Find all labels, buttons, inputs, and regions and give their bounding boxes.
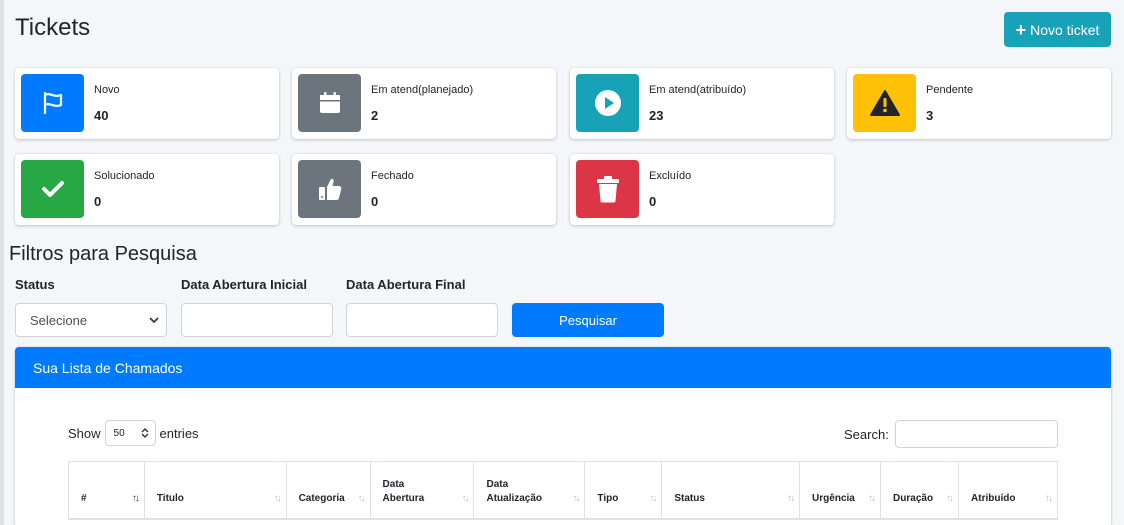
sort-icon: ↑↓: [868, 492, 876, 504]
column-header-label: Data Atualização: [486, 478, 543, 504]
sort-icon: ↑↓: [461, 492, 469, 504]
column-header-data-atualizacao[interactable]: Data Atualização ↑↓: [473, 461, 586, 520]
status-select[interactable]: Selecione: [15, 303, 167, 337]
left-border: [0, 0, 4, 525]
column-header-label: Data Abertura: [382, 478, 425, 504]
column-header-duracao[interactable]: Duração ↑↓: [880, 461, 960, 520]
sort-icon: ↑↓: [787, 492, 795, 504]
column-header-atribuido[interactable]: Atribuído ↑↓: [958, 461, 1058, 520]
column-header-tipo[interactable]: Tipo ↑↓: [584, 461, 663, 520]
trash-icon: [576, 160, 639, 218]
column-header-label: Titulo: [156, 492, 184, 504]
sort-icon: ↑↓: [572, 492, 580, 504]
status-box-solucionado[interactable]: Solucionado 0: [15, 154, 279, 225]
show-label: Show: [68, 425, 101, 441]
sort-desc-icon: ↑↓: [131, 492, 140, 504]
status-box-count: 0: [371, 194, 379, 209]
page-title: Tickets: [15, 14, 91, 41]
column-header-label: #: [81, 492, 87, 504]
play-circle-icon: [576, 74, 639, 132]
ticket-list-card: Sua Lista de Chamados Show 50 entries Se…: [15, 347, 1111, 525]
column-header-label: Atribuído: [971, 492, 1016, 504]
warning-icon: [853, 74, 916, 132]
status-box-count: 3: [926, 108, 934, 123]
table-header-row: # ↑↓ Titulo ↑↓ Categoria ↑↓ Data Abertura ↑↓…: [68, 461, 1058, 520]
status-box-label: Solucionado: [94, 170, 155, 182]
sort-icon: ↑↓: [273, 492, 282, 504]
status-box-count: 0: [94, 194, 102, 209]
column-header-label: Duração: [893, 492, 934, 504]
status-box-count: 40: [94, 108, 109, 123]
status-box-excluido[interactable]: Excluído 0: [570, 154, 834, 225]
entries-label: entries: [159, 425, 199, 441]
column-header-label: Urgência: [812, 492, 855, 504]
date-start-input[interactable]: [181, 303, 333, 337]
status-box-label: Pendente: [926, 84, 974, 96]
plus-icon: +: [1015, 19, 1027, 40]
check-icon: [21, 160, 84, 218]
date-end-label: Data Abertura Final: [346, 277, 466, 292]
column-header-titulo[interactable]: Titulo ↑↓: [143, 461, 287, 520]
status-box-novo[interactable]: Novo 40: [15, 68, 279, 139]
thumbs-up-icon: [298, 160, 361, 218]
status-box-label: Excluído: [649, 170, 692, 182]
status-select-value: Selecione: [30, 312, 88, 328]
search-input[interactable]: [895, 420, 1058, 448]
filters-title: Filtros para Pesquisa: [9, 243, 197, 265]
status-box-planejado[interactable]: Em atend(planejado) 2: [292, 68, 556, 139]
status-box-pendente[interactable]: Pendente 3: [847, 68, 1111, 139]
entries-select-value: 50: [113, 427, 125, 439]
status-label: Status: [15, 277, 55, 292]
column-header-data-abertura[interactable]: Data Abertura ↑↓: [369, 461, 475, 520]
chevron-down-icon: [148, 314, 160, 329]
show-entries: Show 50 entries: [68, 420, 199, 446]
new-ticket-label: Novo ticket: [1030, 21, 1100, 38]
calendar-icon: [298, 74, 361, 132]
sort-icon: ↑↓: [1045, 492, 1053, 504]
status-box-count: 0: [649, 194, 657, 209]
column-header-label: Status: [674, 492, 705, 504]
sort-icon: ↑↓: [357, 492, 366, 504]
date-end-input[interactable]: [346, 303, 498, 337]
status-box-label: Em atend(planejado): [371, 84, 474, 96]
column-header-label: Categoria: [298, 492, 345, 504]
sort-icon: ↑↓: [946, 492, 954, 504]
sort-icon: ↑↓: [649, 492, 657, 504]
column-header-id[interactable]: # ↑↓: [68, 461, 145, 520]
search-button[interactable]: Pesquisar: [512, 303, 664, 337]
column-header-categoria[interactable]: Categoria ↑↓: [285, 461, 371, 520]
date-start-label: Data Abertura Inicial: [181, 277, 307, 292]
status-box-label: Fechado: [371, 170, 414, 182]
flag-icon: [21, 74, 84, 132]
ticket-list-header: Sua Lista de Chamados: [15, 347, 1111, 388]
status-box-count: 23: [649, 108, 664, 123]
column-header-urgencia[interactable]: Urgência ↑↓: [799, 461, 882, 520]
status-box-label: Novo: [94, 84, 120, 96]
column-header-label: Tipo: [597, 492, 619, 504]
search-label: Search:: [844, 427, 889, 442]
tickets-table: # ↑↓ Titulo ↑↓ Categoria ↑↓ Data Abertura ↑↓…: [68, 461, 1058, 520]
status-box-fechado[interactable]: Fechado 0: [292, 154, 556, 225]
status-box-label: Em atend(atribuído): [649, 84, 747, 96]
status-box-atribuido[interactable]: Em atend(atribuído) 23: [570, 68, 834, 139]
column-header-status[interactable]: Status ↑↓: [661, 461, 801, 520]
entries-select[interactable]: 50: [104, 420, 156, 446]
new-ticket-button[interactable]: + Novo ticket: [1004, 12, 1111, 47]
status-box-count: 2: [371, 108, 379, 123]
select-arrows-icon: [141, 427, 149, 442]
